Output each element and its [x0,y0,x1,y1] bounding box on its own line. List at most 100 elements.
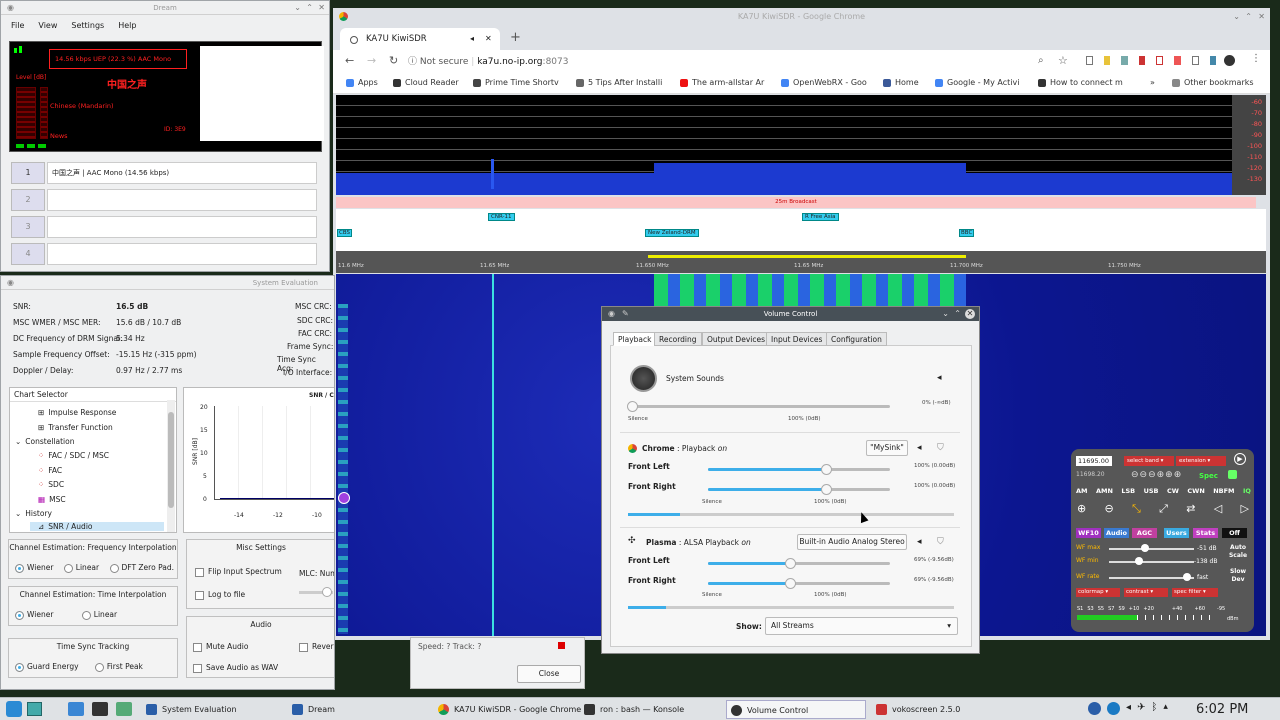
clock[interactable]: 6:02 PM [1196,700,1248,719]
contrast-dropdown[interactable]: contrast ▾ [1124,588,1168,597]
bookmark-cloud-reader[interactable]: Cloud Reader [393,78,459,87]
mlc-slider-knob[interactable] [322,587,332,597]
bookmark-prime-time[interactable]: Prime Time Shortv [473,78,559,87]
reverberation-checkbox[interactable]: Reverberation [299,642,334,652]
dx-label[interactable]: New Zeland-DRM [645,229,699,237]
page-right-icon[interactable]: ▷ [1241,502,1249,516]
task-dream[interactable]: Dream [288,700,428,719]
close-icon[interactable]: ✕ [965,309,975,319]
service-row[interactable]: 3 [11,216,317,238]
desktop-icon[interactable] [27,702,42,716]
users-button[interactable]: Users [1164,528,1189,538]
tree-constellation[interactable]: ⌄ Constellation [15,437,74,446]
app-menu-icon[interactable]: ◉ [608,307,615,321]
colormap-dropdown[interactable]: colormap ▾ [1076,588,1120,597]
mode-nbfm[interactable]: NBFM [1213,487,1234,495]
plasma-sink-button[interactable]: Built-in Audio Analog Stereo [797,534,907,550]
address-bar[interactable]: ⓘ Not secure | ka7u.no-ip.org:8073 [408,53,1078,71]
plasma-mute-icon[interactable]: ◂ [917,537,922,547]
off-button[interactable]: Off [1222,528,1247,538]
menu-file[interactable]: File [11,21,24,30]
tree-sdc[interactable]: ⁘ SDC [38,480,64,489]
tab-playback[interactable]: Playback [613,332,657,346]
screenshot-icon[interactable] [116,702,132,716]
menu-view[interactable]: View [38,21,57,30]
task-system-evaluation[interactable]: System Evaluation [142,700,282,719]
wf-rate-knob[interactable] [1183,573,1191,581]
zoom-step-buttons[interactable]: ⊖⊖⊖⊕⊕⊕ [1131,470,1182,480]
zoom-in-icon[interactable]: ⊕ [1077,502,1086,516]
service-row[interactable]: 4 [11,243,317,265]
swap-icon[interactable]: ⇄ [1186,502,1195,516]
tree-impulse-response[interactable]: ⊞ Impulse Response [38,408,116,417]
maximize-icon[interactable]: ⌃ [306,1,313,15]
forward-icon[interactable]: → [367,54,376,67]
select-band-dropdown[interactable]: select band ▾ [1124,456,1174,466]
task-vokoscreen[interactable]: vokoscreen 2.5.0 [872,700,1012,719]
mode-iq[interactable]: IQ [1243,487,1251,495]
bookmark-google-activity[interactable]: Google - My Activi [935,78,1019,87]
wf-min-knob[interactable] [1135,557,1143,565]
wf10-button[interactable]: WF10 [1076,528,1101,538]
tray-icons[interactable]: ◂ ✈ ᛒ ▴ [1088,702,1168,715]
show-streams-select[interactable]: All Streams ▾ [765,617,958,635]
minimize-icon[interactable]: ⌄ [942,307,949,321]
pin-icon[interactable]: ✎ [622,307,629,321]
radio-wiener[interactable]: Wiener [15,563,53,573]
flip-input-checkbox[interactable]: Flip Input Spectrum [195,567,282,577]
zoom-max-icon[interactable]: ⤢ [1159,502,1168,516]
terminal-icon[interactable] [92,702,108,716]
extension-icon[interactable] [1138,56,1146,65]
system-sounds-slider[interactable] [630,405,890,408]
mode-usb[interactable]: USB [1144,487,1159,495]
close-icon[interactable]: ✕ [318,1,325,15]
extension-icon[interactable] [1174,56,1181,65]
auto-scale-button[interactable]: Auto Scale [1226,544,1250,560]
frequency-scale[interactable]: 11.6 MHz 11.65 MHz 11.650 MHz 11.65 MHz … [336,251,1266,273]
back-icon[interactable]: ← [345,54,354,67]
mute-audio-checkbox[interactable]: Mute Audio [193,642,248,652]
task-konsole[interactable]: ron : bash — Konsole [580,700,720,719]
bookmark-apps[interactable]: Apps [346,78,378,87]
zoom-icon[interactable]: ⌕ [1038,55,1044,66]
bookmark-other[interactable]: Other bookmarks [1172,78,1254,87]
radio-dft-zero-pad[interactable]: DFT Zero Pad. [109,563,174,573]
spec-label[interactable]: Spec [1199,472,1218,480]
mode-cwn[interactable]: CWN [1187,487,1204,495]
bookmark-how-to-connect[interactable]: How to connect m [1038,78,1123,87]
tab-output-devices[interactable]: Output Devices [702,332,770,346]
extension-icon[interactable] [1191,56,1199,65]
log-to-file-checkbox[interactable]: Log to file [195,590,245,600]
extension-dropdown[interactable]: extension ▾ [1176,456,1226,466]
radio-guard-energy[interactable]: Guard Energy [15,662,79,672]
mode-am[interactable]: AM [1076,487,1088,495]
service-number[interactable]: 4 [11,243,45,265]
wf-min-slider[interactable] [1109,561,1194,563]
task-volume-control[interactable]: Volume Control [726,700,866,719]
tree-msc[interactable]: ▦ MSC [38,495,66,504]
plasma-front-right-knob[interactable] [785,578,796,589]
chrome-lock-icon[interactable]: ⛉ [937,443,944,453]
radio-time-linear[interactable]: Linear [81,610,117,620]
zoom-band-icon[interactable]: ⤡ [1132,502,1141,516]
tree-transfer-function[interactable]: ⊞ Transfer Function [38,423,113,432]
radio-time-wiener[interactable]: Wiener [15,610,53,620]
bookmarks-overflow-icon[interactable]: » [1150,78,1155,87]
service-number[interactable]: 1 [11,162,45,184]
new-tab-button[interactable]: + [510,30,521,45]
system-sounds-knob[interactable] [627,401,638,412]
service-number[interactable]: 2 [11,189,45,211]
chrome-front-right-knob[interactable] [821,484,832,495]
wf-max-slider[interactable] [1109,548,1194,550]
play-icon[interactable]: ▶ [1234,453,1246,465]
task-chrome[interactable]: KA7U KiwiSDR - Google Chrome [434,700,581,719]
minimize-icon[interactable]: ⌄ [294,1,301,15]
zoom-out-icon[interactable]: ⊖ [1105,502,1114,516]
speaker-icon[interactable] [1228,470,1237,479]
bookmark-openwebrx[interactable]: OpenWebRX - Goo [781,78,867,87]
browser-tab[interactable]: KA7U KiwiSDR ◂ ✕ [340,28,500,50]
reload-icon[interactable]: ↻ [389,54,398,67]
profile-avatar[interactable] [1224,55,1235,66]
agc-button[interactable]: AGC [1132,528,1157,538]
dx-label[interactable]: CNR-11 [488,213,515,221]
